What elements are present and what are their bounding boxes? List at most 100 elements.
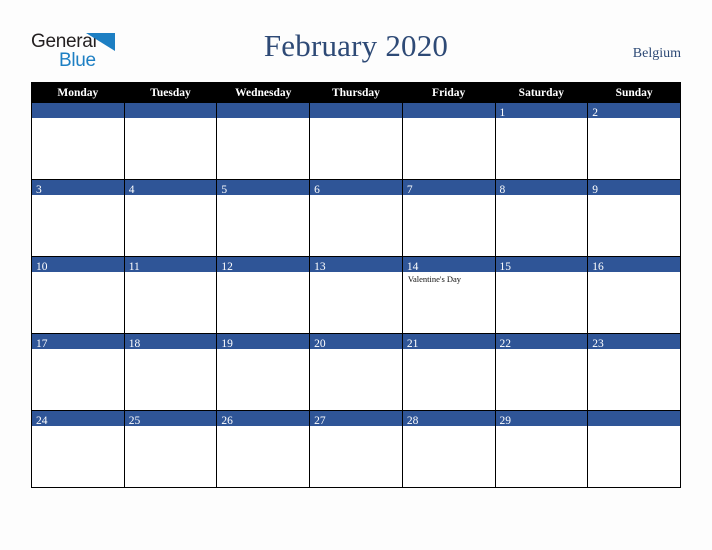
day-number-band: 12 [217, 257, 310, 273]
calendar-day-cell[interactable]: 18 [123, 333, 218, 411]
day-number-band: 21 [402, 334, 495, 350]
day-cell-inner: 15 [495, 257, 588, 333]
calendar-day-cell[interactable]: 22 [494, 333, 589, 411]
day-events [310, 118, 402, 120]
calendar-day-cell[interactable]: 29 [494, 410, 589, 488]
calendar-week-row: 24 25 26 27 28 29 [31, 410, 681, 488]
weekday-header-wednesday: Wednesday [216, 82, 311, 103]
day-cell-inner: 13 [310, 257, 402, 333]
day-cell-inner: 19 [217, 334, 310, 410]
calendar-day-cell[interactable] [123, 102, 218, 180]
calendar-day-cell[interactable]: 15 [494, 256, 589, 334]
day-events [32, 118, 124, 120]
day-events [496, 118, 588, 120]
day-number-band: 10 [32, 257, 124, 273]
day-cell-inner [124, 103, 217, 179]
day-number-band: 28 [402, 411, 495, 427]
calendar-day-cell[interactable]: 23 [587, 333, 681, 411]
day-number: 1 [499, 107, 506, 119]
calendar-day-cell[interactable]: 2 [587, 102, 681, 180]
day-events [588, 195, 680, 197]
calendar-day-cell[interactable]: 5 [216, 179, 311, 257]
calendar-day-cell[interactable] [309, 102, 403, 180]
calendar-day-cell[interactable]: 3 [31, 179, 125, 257]
calendar-day-cell[interactable] [401, 102, 496, 180]
calendar-week-row: 12 [31, 102, 681, 180]
day-cell-inner: 11 [124, 257, 217, 333]
day-number-band: 15 [495, 257, 588, 273]
day-number-band: 19 [217, 334, 310, 350]
calendar-day-cell[interactable]: 19 [216, 333, 311, 411]
day-number-band: 24 [32, 411, 124, 427]
day-cell-inner: 29 [495, 411, 588, 487]
day-number-band: 2 [588, 103, 680, 119]
day-number: 14 [406, 261, 419, 273]
day-cell-inner [32, 103, 124, 179]
day-number: 17 [36, 338, 48, 350]
day-number: 16 [592, 261, 604, 273]
calendar-day-cell[interactable]: 8 [494, 179, 589, 257]
day-cell-inner: 7 [402, 180, 495, 256]
day-number-band: 26 [217, 411, 310, 427]
weekday-header-sunday: Sunday [587, 82, 681, 103]
calendar-grid: Monday Tuesday Wednesday Thursday Friday… [31, 82, 681, 488]
day-cell-inner: 24 [32, 411, 124, 487]
calendar-day-cell[interactable]: 11 [123, 256, 218, 334]
day-events [588, 426, 680, 428]
calendar-page: General Blue February 2020 Belgium Monda… [0, 0, 712, 550]
day-cell-inner: 8 [495, 180, 588, 256]
day-number-band [124, 103, 217, 118]
day-number-band [402, 103, 495, 118]
day-number: 18 [128, 338, 141, 350]
calendar-day-cell[interactable]: 16 [587, 256, 681, 334]
day-number: 2 [592, 107, 598, 119]
weekday-header-monday: Monday [31, 82, 125, 103]
day-events [403, 118, 495, 120]
calendar-day-cell[interactable]: 28 [401, 410, 496, 488]
calendar-day-cell[interactable]: 26 [216, 410, 311, 488]
calendar-day-cell[interactable]: 14 Valentine's Day [401, 256, 496, 334]
calendar-day-cell[interactable]: 4 [123, 179, 218, 257]
day-number-band: 25 [124, 411, 217, 427]
day-number: 22 [499, 338, 512, 350]
day-cell-inner: 23 [588, 334, 680, 410]
day-number-band [217, 103, 310, 118]
calendar-day-cell[interactable]: 1 [494, 102, 589, 180]
day-cell-inner [217, 103, 310, 179]
day-number: 24 [36, 415, 48, 427]
day-number-band: 29 [495, 411, 588, 427]
calendar-day-cell[interactable]: 6 [309, 179, 403, 257]
calendar-day-cell[interactable]: 10 [31, 256, 125, 334]
day-number: 29 [499, 415, 512, 427]
day-number-band: 4 [124, 180, 217, 196]
calendar-day-cell[interactable]: 9 [587, 179, 681, 257]
weekday-header-thursday: Thursday [309, 82, 403, 103]
calendar-day-cell[interactable]: 12 [216, 256, 311, 334]
calendar-day-cell[interactable] [216, 102, 311, 180]
day-number: 9 [592, 184, 598, 196]
calendar-day-cell[interactable]: 20 [309, 333, 403, 411]
weekday-header-saturday: Saturday [494, 82, 589, 103]
calendar-day-cell[interactable]: 7 [401, 179, 496, 257]
calendar-day-cell[interactable] [587, 410, 681, 488]
day-cell-inner: 14 Valentine's Day [402, 257, 495, 333]
day-cell-inner: 17 [32, 334, 124, 410]
calendar-day-cell[interactable] [31, 102, 125, 180]
day-cell-inner [588, 411, 680, 487]
day-cell-inner: 25 [124, 411, 217, 487]
day-events [125, 195, 217, 197]
day-cell-inner: 18 [124, 334, 217, 410]
day-number: 20 [314, 338, 326, 350]
calendar-day-cell[interactable]: 27 [309, 410, 403, 488]
day-event-label: Valentine's Day [407, 274, 462, 284]
page-title: February 2020 [263, 28, 449, 63]
day-number-band: 13 [310, 257, 402, 273]
calendar-day-cell[interactable]: 25 [123, 410, 218, 488]
calendar-day-cell[interactable]: 17 [31, 333, 125, 411]
calendar-day-cell[interactable]: 13 [309, 256, 403, 334]
calendar-day-cell[interactable]: 24 [31, 410, 125, 488]
calendar-day-cell[interactable]: 21 [401, 333, 496, 411]
weekday-header-tuesday: Tuesday [123, 82, 218, 103]
calendar-week-row: 3 4 5 6 7 8 9 [31, 179, 681, 257]
day-events [496, 195, 588, 197]
